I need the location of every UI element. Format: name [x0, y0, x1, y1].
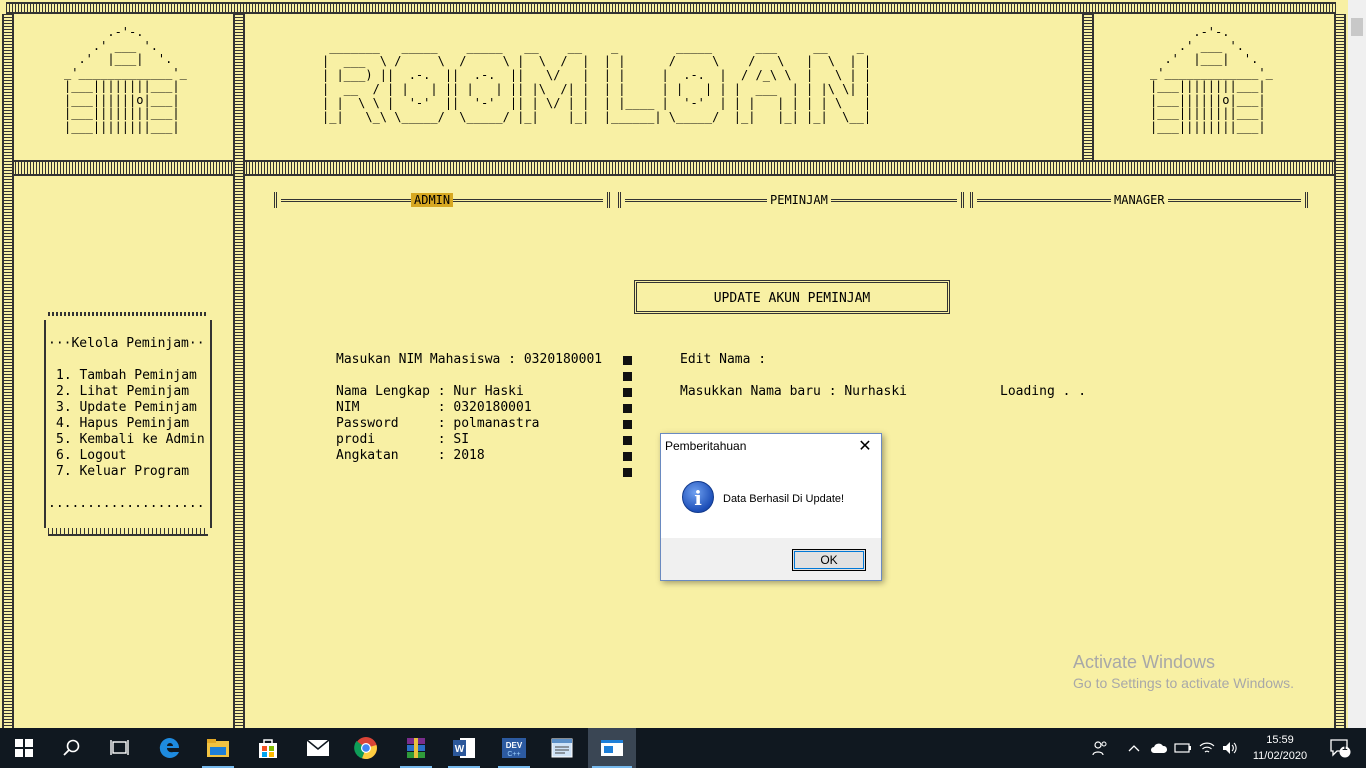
console-scrollbar[interactable] [1348, 0, 1366, 728]
dialog-message: Data Berhasil Di Update! [723, 493, 845, 505]
clock-time: 15:59 [1266, 734, 1294, 746]
menu-item: 5. Kembali ke Admin [56, 432, 205, 447]
separator-square [623, 356, 632, 365]
volume-icon[interactable] [1220, 728, 1240, 768]
menu-item: 6. Logout [56, 448, 127, 463]
chevron-up-icon[interactable] [1124, 728, 1144, 768]
edge-icon[interactable] [146, 728, 194, 768]
menu-item: 7. Keluar Program [56, 464, 190, 479]
menu-item: 1. Tambah Peminjam [56, 368, 197, 383]
tab-manager[interactable]: MANAGER [970, 192, 1308, 208]
separator-square [623, 404, 632, 413]
tab-peminjam[interactable]: PEMINJAM [618, 192, 964, 208]
devcpp-icon[interactable]: DEV C++ [490, 728, 538, 768]
header-bottom-band [6, 160, 1336, 176]
taskbar: W DEV C++ 15:59 11/02/2020 1 [0, 728, 1366, 768]
onedrive-icon[interactable] [1148, 728, 1170, 768]
edit-nama-label: Edit Nama : [680, 352, 767, 367]
chrome-icon[interactable] [342, 728, 390, 768]
windows-start-icon[interactable] [0, 728, 48, 768]
wifi-icon[interactable] [1196, 728, 1218, 768]
word-icon[interactable]: W [440, 728, 488, 768]
notepad-icon[interactable] [538, 728, 586, 768]
task-view-icon[interactable] [96, 728, 144, 768]
separator-square [623, 388, 632, 397]
field-nim: NIM : 0320180001 [336, 400, 532, 415]
tab-label: MANAGER [1111, 193, 1168, 207]
separator-square [623, 436, 632, 445]
watermark-title: Activate Windows [1073, 652, 1216, 672]
close-icon[interactable]: ✕ [855, 436, 875, 456]
field-angkatan: Angkatan : 2018 [336, 448, 485, 463]
search-icon[interactable] [48, 728, 96, 768]
section-title-box: UPDATE AKUN PEMINJAM [634, 280, 950, 314]
console-window: .-'-. .' ___ '. .' |___| '. _'__________… [0, 0, 1348, 728]
separator-square [623, 372, 632, 381]
top-border-band [6, 2, 1336, 14]
left-border-band [2, 14, 14, 728]
left-column-divider [233, 14, 245, 728]
field-password: Password : polmanastra [336, 416, 540, 431]
activate-windows-watermark: Activate Windows Go to Settings to activ… [1073, 652, 1294, 691]
menu-top-border [48, 312, 208, 316]
menu-footer: .................... [48, 496, 205, 511]
section-title: UPDATE AKUN PEMINJAM [713, 291, 871, 306]
room-loan-logo: _______ _____ _____ __ __ _ _____ ___ __… [322, 40, 872, 124]
new-name-prompt: Masukkan Nama baru : Nurhaski [680, 384, 907, 399]
dialog-footer: OK [661, 538, 881, 580]
right-column-divider [1082, 14, 1094, 160]
winrar-icon[interactable] [392, 728, 440, 768]
house-ascii-right: .-'-. .' ___ '. .' |___| '. _'__________… [1150, 25, 1273, 134]
separator-square [623, 420, 632, 429]
dialog-title: Pemberitahuan [665, 439, 747, 453]
tab-admin[interactable]: ADMIN [274, 192, 610, 208]
tab-label: PEMINJAM [767, 193, 831, 207]
menu-bottom-border [48, 528, 208, 536]
taskbar-clock[interactable]: 15:59 11/02/2020 [1240, 732, 1320, 764]
store-icon[interactable] [244, 728, 292, 768]
svg-text:W: W [455, 744, 465, 755]
message-dialog: Pemberitahuan ✕ i Data Berhasil Di Updat… [660, 433, 882, 581]
file-explorer-icon[interactable] [194, 728, 242, 768]
battery-icon[interactable] [1172, 728, 1194, 768]
notification-count: 1 [1342, 742, 1348, 753]
watermark-subtitle: Go to Settings to activate Windows. [1073, 675, 1294, 691]
separator-square [623, 452, 632, 461]
clock-date: 11/02/2020 [1252, 750, 1308, 762]
field-prodi: prodi : SI [336, 432, 470, 447]
svg-text:DEV: DEV [506, 741, 523, 750]
mail-icon[interactable] [294, 728, 342, 768]
house-ascii-left: .-'-. .' ___ '. .' |___| '. _'__________… [64, 25, 187, 134]
separator-square [623, 468, 632, 477]
right-border-band [1334, 14, 1346, 728]
field-nama-lengkap: Nama Lengkap : Nur Haski [336, 384, 524, 399]
loading-text: Loading . . [1000, 384, 1087, 399]
svg-text:C++: C++ [507, 751, 520, 758]
nim-prompt: Masukan NIM Mahasiswa : 0320180001 [336, 352, 603, 367]
scrollbar-thumb[interactable] [1351, 18, 1363, 36]
info-icon: i [682, 481, 714, 513]
notification-center-icon[interactable]: 1 [1320, 728, 1360, 768]
console-app-icon[interactable] [588, 728, 636, 768]
people-icon[interactable] [1088, 728, 1112, 768]
menu-item: 4. Hapus Peminjam [56, 416, 190, 431]
menu-item: 2. Lihat Peminjam [56, 384, 190, 399]
tab-label: ADMIN [411, 193, 454, 207]
menu-item: 3. Update Peminjam [56, 400, 197, 415]
side-menu: ···Kelola Peminjam·· 1. Tambah Peminjam … [44, 312, 212, 536]
ok-button[interactable]: OK [792, 549, 866, 571]
menu-heading: ···Kelola Peminjam·· [48, 336, 205, 351]
